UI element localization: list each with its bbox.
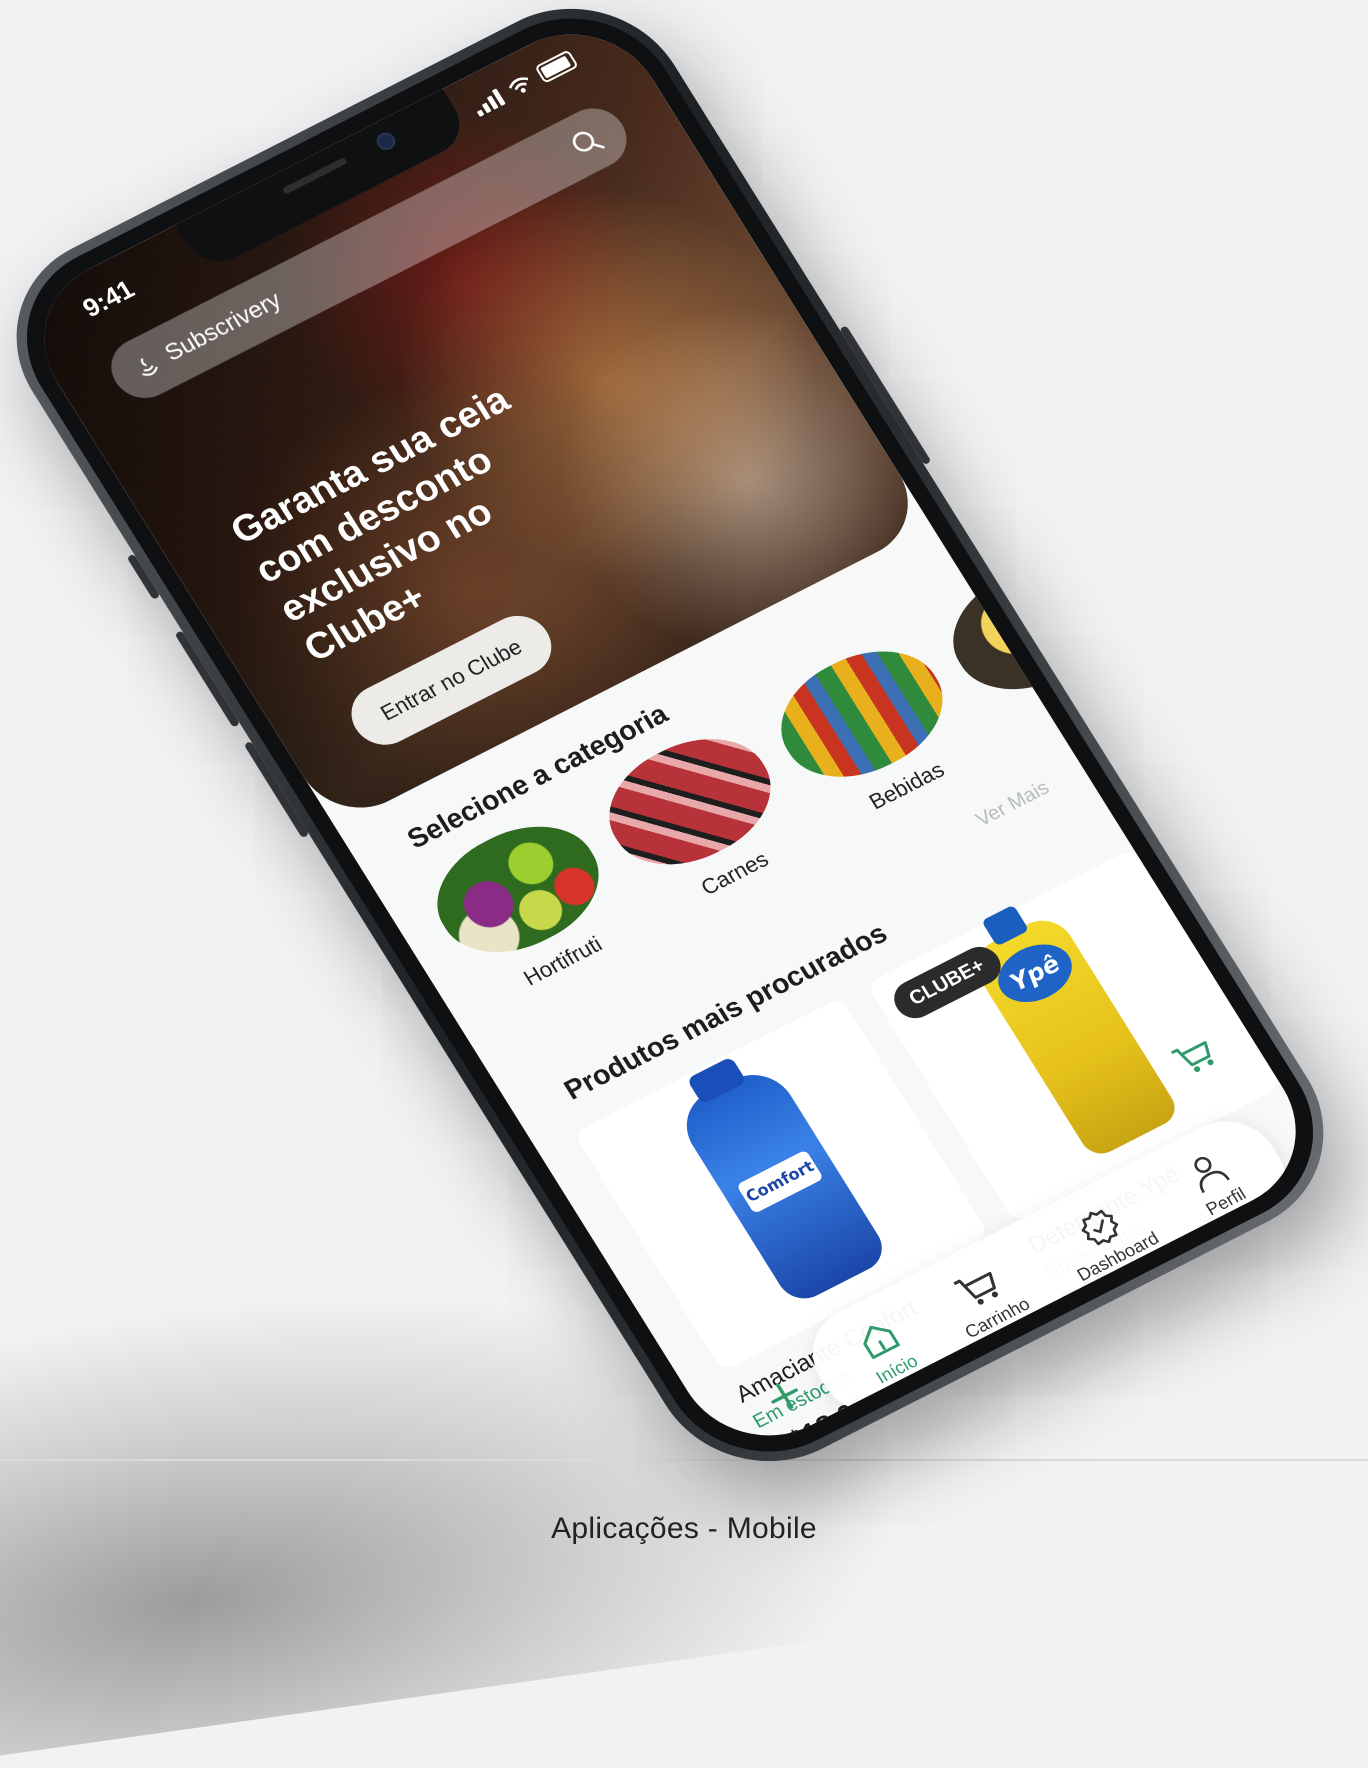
search-icon [572,131,605,152]
phone-mockup: 9:41 Subscrivery Garanta sua ceia com de… [0,0,1366,1499]
app-screen: 9:41 Subscrivery Garanta sua ceia com de… [11,5,1329,1465]
front-camera [373,129,399,154]
ype-bottle-image: Ypê [965,904,1183,1161]
see-more-link[interactable]: Ver Mais [972,777,1054,832]
comfort-bottle-label: Comfort [736,1149,824,1214]
brand-logo-icon [140,358,158,376]
comfort-bottle-image: Comfort [671,1056,892,1308]
ype-bottle-label: Ypê [986,933,1084,1014]
club-badge: CLUBE+ [886,940,1008,1025]
background-divider [0,1459,1368,1461]
user-icon [1194,1156,1230,1193]
category-bebidas[interactable]: Bebidas [757,627,987,835]
footer-caption: Aplicações - Mobile [551,1512,817,1545]
search-button[interactable] [561,119,612,166]
